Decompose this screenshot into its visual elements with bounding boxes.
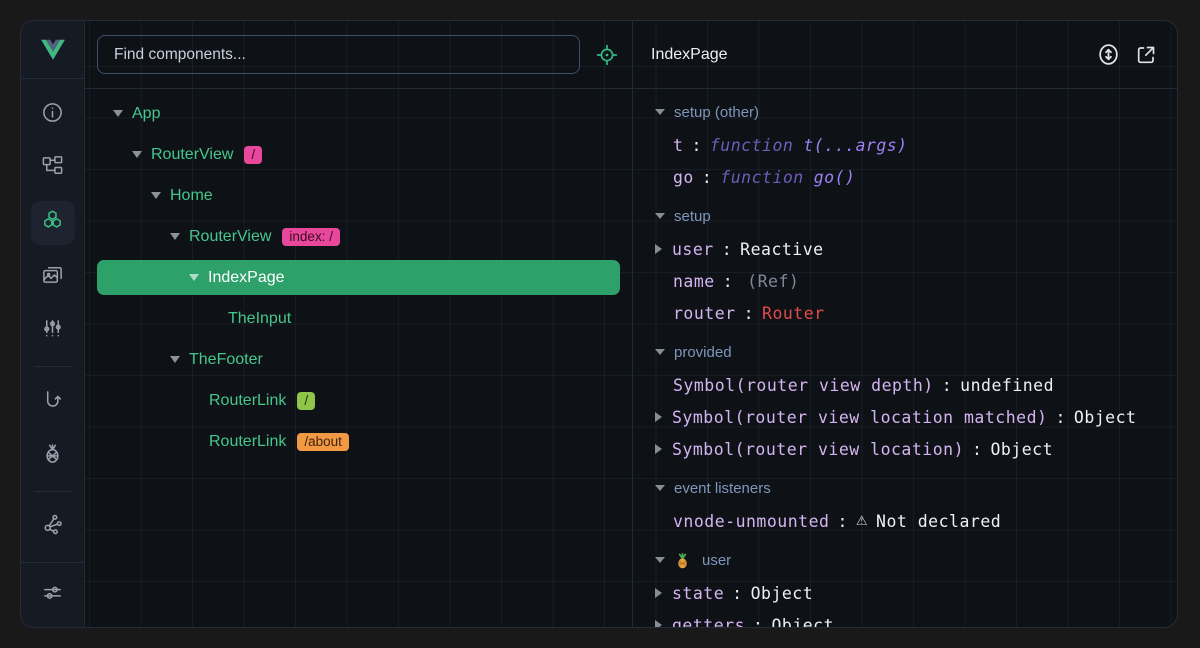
state-section: setup (other) t : function t(...args) go… (633, 95, 1177, 193)
chevron-right-icon[interactable] (655, 244, 662, 254)
sidebar-nav (21, 79, 84, 627)
sidebar-item-router[interactable] (31, 380, 75, 424)
inspector-header: IndexPage (633, 21, 1177, 89)
chevron-down-icon[interactable] (189, 274, 199, 281)
route-badge: / (297, 392, 315, 410)
tree-row[interactable]: RouterView / (85, 134, 632, 175)
open-in-editor-icon[interactable] (1133, 42, 1159, 68)
chevron-down-icon (655, 109, 665, 115)
state-sections: setup (other) t : function t(...args) go… (633, 89, 1177, 627)
info-icon (41, 101, 64, 129)
sidebar-item-timeline[interactable] (31, 309, 75, 353)
chevron-down-icon[interactable] (170, 356, 180, 363)
route-badge: / (244, 146, 262, 164)
pinia-pineapple-icon (41, 442, 64, 470)
section-header-event-listeners[interactable]: event listeners (633, 471, 1177, 505)
settings-tune-icon (41, 581, 64, 609)
router-hook-icon (41, 388, 64, 416)
entry-spacer (655, 380, 663, 390)
entry-spacer (655, 516, 663, 526)
warning-icon: ⚠ (856, 514, 868, 529)
selected-component-title: IndexPage (651, 46, 1083, 64)
state-entry[interactable]: state : Object (633, 577, 1177, 609)
component-tree-icon (41, 155, 64, 183)
tree-row[interactable]: Home (85, 175, 632, 216)
chevron-down-icon (655, 557, 665, 563)
section-header-setup[interactable]: setup (633, 199, 1177, 233)
chevron-right-icon[interactable] (655, 412, 662, 422)
devtools-window: App RouterView / Home RouterView index: … (20, 20, 1178, 628)
section-header-provided[interactable]: provided (633, 335, 1177, 369)
state-entry[interactable]: user : Reactive (633, 233, 1177, 265)
state-entry[interactable]: getters : Object (633, 609, 1177, 627)
sidebar-item-assets[interactable] (31, 255, 75, 299)
chevron-down-icon (655, 485, 665, 491)
sidebar-item-pinia[interactable] (31, 434, 75, 478)
state-entry: vnode-unmounted : ⚠ Not declared (633, 505, 1177, 537)
tree-row[interactable]: RouterLink / (85, 380, 632, 421)
component-tree: App RouterView / Home RouterView index: … (85, 89, 632, 627)
tree-row[interactable]: App (85, 93, 632, 134)
state-entry[interactable]: Symbol(router view location matched) : O… (633, 401, 1177, 433)
target-select-icon[interactable] (594, 42, 620, 68)
route-badge: index: / (282, 228, 340, 246)
sidebar-rail (21, 21, 85, 627)
state-inspector-panel: IndexPage setup (other) t (633, 21, 1177, 627)
timeline-sliders-icon (41, 317, 64, 345)
tree-row[interactable]: TheFooter (85, 339, 632, 380)
entry-spacer (655, 276, 663, 286)
search-input[interactable] (97, 35, 580, 74)
sidebar-divider (21, 562, 84, 563)
components-tree-panel: App RouterView / Home RouterView index: … (85, 21, 633, 627)
entry-spacer (655, 308, 663, 318)
state-entry: go : function go() (633, 161, 1177, 193)
section-header-setup-other[interactable]: setup (other) (633, 95, 1177, 129)
state-entry: router : Router (633, 297, 1177, 329)
state-entry: t : function t(...args) (633, 129, 1177, 161)
sidebar-item-settings[interactable] (31, 573, 75, 617)
state-entry: name : (Ref) (633, 265, 1177, 297)
tree-row[interactable]: TheInput (85, 298, 632, 339)
state-entry[interactable]: Symbol(router view location) : Object (633, 433, 1177, 465)
pinia-pineapple-icon (674, 552, 691, 569)
tree-row[interactable]: RouterView index: / (85, 216, 632, 257)
chevron-down-icon[interactable] (132, 151, 142, 158)
sidebar-item-pages[interactable] (31, 147, 75, 191)
sidebar-divider (34, 491, 72, 492)
section-header-user-store[interactable]: user (633, 543, 1177, 577)
chevron-down-icon[interactable] (151, 192, 161, 199)
chevron-down-icon[interactable] (113, 110, 123, 117)
state-entry: Symbol(router view depth) : undefined (633, 369, 1177, 401)
tree-panel-header (85, 21, 632, 89)
graph-nodes-icon (41, 513, 64, 541)
chevron-right-icon[interactable] (655, 620, 662, 627)
state-section: setup user : Reactive name : (Ref) (633, 199, 1177, 329)
sidebar-item-components[interactable] (31, 201, 75, 245)
chevron-right-icon[interactable] (655, 444, 662, 454)
tree-row[interactable]: RouterLink /about (85, 421, 632, 462)
state-section: provided Symbol(router view depth) : und… (633, 335, 1177, 465)
chevron-down-icon[interactable] (170, 233, 180, 240)
sidebar-divider (34, 366, 72, 367)
assets-images-icon (41, 263, 64, 291)
main-columns: App RouterView / Home RouterView index: … (85, 21, 1177, 627)
chevron-down-icon (655, 213, 665, 219)
vue-logo (21, 21, 84, 79)
chevron-down-icon (655, 349, 665, 355)
entry-spacer (655, 140, 663, 150)
tree-row-selected[interactable]: IndexPage (85, 257, 632, 298)
sidebar-item-graph[interactable] (31, 505, 75, 549)
sidebar-item-overview[interactable] (31, 93, 75, 137)
chevron-right-icon[interactable] (655, 588, 662, 598)
entry-spacer (655, 172, 663, 182)
expand-collapse-icon[interactable] (1095, 42, 1121, 68)
route-badge: /about (297, 433, 349, 451)
state-section: user state : Object getters : Object (633, 543, 1177, 627)
components-hexagons-icon (41, 209, 64, 237)
state-section: event listeners vnode-unmounted : ⚠ Not … (633, 471, 1177, 537)
